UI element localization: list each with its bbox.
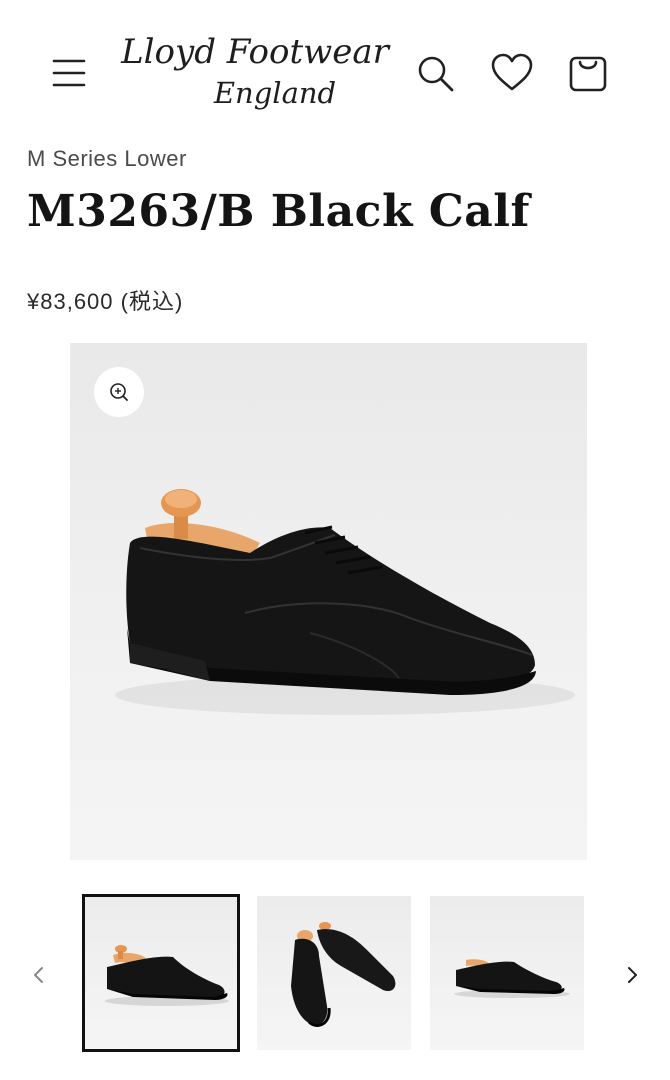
site-header: Lloyd Footwear England (0, 0, 670, 130)
thumbnail-pair-front-view[interactable] (257, 896, 411, 1050)
product-series: M Series Lower (27, 146, 187, 171)
product-title: M3263/B Black Calf (27, 186, 530, 237)
hamburger-menu-icon[interactable] (50, 52, 88, 92)
brand-logo[interactable]: Lloyd Footwear England (120, 18, 390, 118)
thumbnail-side-view[interactable] (82, 894, 240, 1052)
chevron-right-icon[interactable] (617, 950, 647, 1000)
shopping-bag-icon[interactable] (566, 50, 610, 96)
search-icon[interactable] (414, 52, 458, 96)
logo-text-line1: Lloyd Footwear (121, 32, 389, 72)
thumbnail-side-view-far[interactable] (430, 896, 584, 1050)
heart-icon[interactable] (488, 50, 536, 96)
thumbnail-carousel (0, 890, 670, 1060)
logo-text-line2: England (213, 76, 337, 110)
chevron-left-icon[interactable] (24, 950, 54, 1000)
main-product-image[interactable] (70, 343, 587, 860)
zoom-in-icon[interactable] (94, 367, 144, 417)
shoe-image (115, 489, 575, 715)
product-price: ¥83,600 (税込) (27, 289, 184, 314)
